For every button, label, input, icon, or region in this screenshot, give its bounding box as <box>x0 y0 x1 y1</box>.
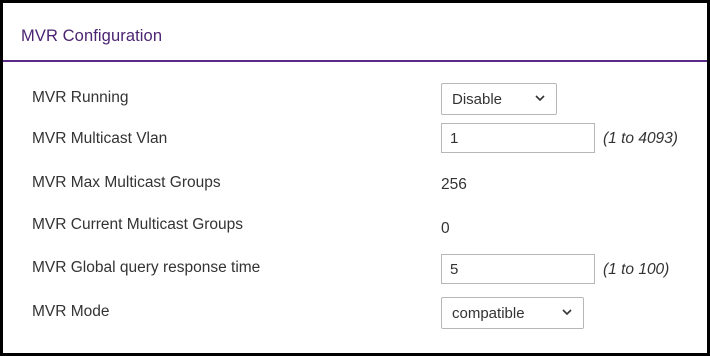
panel-header: MVR Configuration <box>3 3 707 62</box>
mvr-max-multicast-groups-label: MVR Max Multicast Groups <box>32 174 221 191</box>
mvr-running-select[interactable]: Disable <box>441 83 557 115</box>
mvr-multicast-vlan-input[interactable] <box>441 123 595 153</box>
mvr-global-query-response-time-label: MVR Global query response time <box>32 259 261 276</box>
mvr-multicast-vlan-label: MVR Multicast Vlan <box>32 130 168 147</box>
mvr-mode-select[interactable]: compatible <box>441 297 584 329</box>
mvr-running-value: Disable <box>452 90 503 108</box>
mvr-mode-label: MVR Mode <box>32 303 110 320</box>
mvr-current-multicast-groups-value: 0 <box>441 220 450 237</box>
mvr-global-query-response-time-input[interactable] <box>441 254 595 284</box>
mvr-running-label: MVR Running <box>32 89 129 106</box>
chevron-down-icon <box>562 309 572 316</box>
mvr-max-multicast-groups-value: 256 <box>441 176 467 193</box>
mvr-current-multicast-groups-label: MVR Current Multicast Groups <box>32 216 244 233</box>
chevron-down-icon <box>535 95 545 102</box>
mvr-multicast-vlan-range-hint: (1 to 4093) <box>603 130 678 147</box>
mvr-global-query-response-time-range-hint: (1 to 100) <box>603 261 670 278</box>
mvr-mode-value: compatible <box>452 304 525 322</box>
mvr-configuration-panel: MVR Configuration MVR Running Disable MV… <box>0 0 710 356</box>
panel-title: MVR Configuration <box>21 27 163 45</box>
